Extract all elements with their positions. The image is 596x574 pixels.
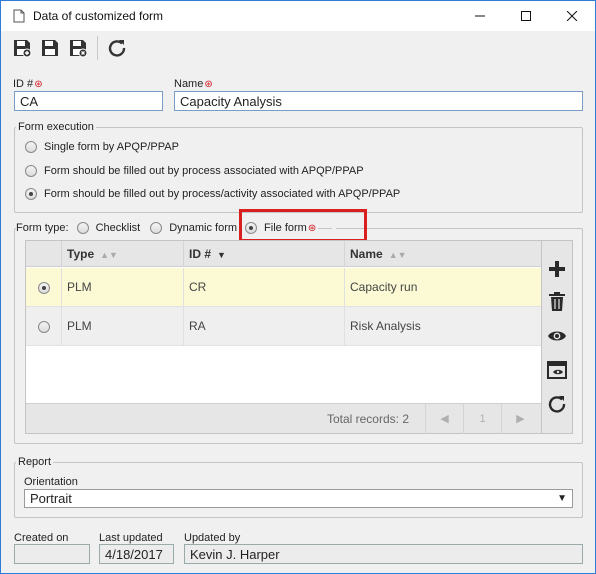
row-radio[interactable] xyxy=(38,320,50,333)
maximize-button[interactable] xyxy=(503,1,549,31)
form-type-label: Form type: xyxy=(16,222,69,234)
refresh-button[interactable] xyxy=(104,35,130,61)
grid-refresh-button[interactable] xyxy=(545,392,569,416)
column-header-name[interactable]: Name ▲▼ xyxy=(344,241,541,267)
cell-type: PLM xyxy=(61,307,183,346)
prev-icon: ◀ xyxy=(440,413,449,425)
add-icon xyxy=(549,261,565,277)
delete-button[interactable] xyxy=(545,290,569,314)
minimize-button[interactable] xyxy=(457,1,503,31)
next-page-button[interactable]: ▶ xyxy=(501,404,539,434)
document-icon xyxy=(11,8,27,24)
grid-side-toolbar xyxy=(542,240,573,434)
last-updated-label: Last updated xyxy=(99,532,163,544)
last-updated-field: 4/18/2017 xyxy=(99,544,174,564)
form-execution-title: Form execution xyxy=(16,121,96,133)
row-radio[interactable] xyxy=(38,281,50,294)
window-title: Data of customized form xyxy=(33,9,164,23)
created-on-field xyxy=(14,544,90,564)
view-window-button[interactable] xyxy=(545,358,569,382)
form-type-dynamic[interactable]: Dynamic form xyxy=(169,222,237,234)
cell-id: RA xyxy=(183,307,344,346)
save-new-button[interactable] xyxy=(9,35,35,61)
close-icon xyxy=(567,11,577,21)
name-field[interactable]: Capacity Analysis xyxy=(174,91,583,111)
next-icon: ▶ xyxy=(516,413,525,425)
title-bar[interactable]: Data of customized form xyxy=(1,1,595,31)
annotation-highlight xyxy=(239,209,367,242)
radio-button[interactable] xyxy=(25,141,37,153)
sort-icon: ▲▼ xyxy=(388,250,407,260)
id-field[interactable]: CA xyxy=(14,91,163,111)
cell-type: PLM xyxy=(61,268,183,307)
save-close-button[interactable] xyxy=(65,35,91,61)
minimize-icon xyxy=(475,15,485,17)
radio-button[interactable] xyxy=(150,222,163,234)
sort-desc-icon: ▼ xyxy=(217,250,226,260)
prev-page-button[interactable]: ◀ xyxy=(425,404,463,434)
column-header-id[interactable]: ID # ▼ xyxy=(183,241,344,267)
radio-button[interactable] xyxy=(76,222,89,234)
report-title: Report xyxy=(16,456,54,468)
save-button[interactable] xyxy=(37,35,63,61)
table-row[interactable]: PLM CR Capacity run xyxy=(26,268,541,307)
required-icon: ⊛ xyxy=(204,79,213,90)
refresh-icon xyxy=(108,40,126,57)
view-button[interactable] xyxy=(545,324,569,348)
close-button[interactable] xyxy=(549,1,595,31)
sort-icon: ▲▼ xyxy=(100,250,118,260)
cell-id: CR xyxy=(183,268,344,307)
save-new-icon xyxy=(14,40,32,58)
view-window-icon xyxy=(547,361,567,379)
execution-option-process-activity[interactable]: Form should be filled out by process/act… xyxy=(25,188,400,200)
chevron-down-icon: ▼ xyxy=(557,493,567,504)
id-label: ID #⊛ xyxy=(13,78,43,90)
maximize-icon xyxy=(521,11,531,21)
execution-option-single[interactable]: Single form by APQP/PPAP xyxy=(25,141,179,153)
created-on-label: Created on xyxy=(14,532,69,544)
cell-name: Risk Analysis xyxy=(344,307,541,346)
required-icon: ⊛ xyxy=(34,79,43,90)
execution-option-process[interactable]: Form should be filled out by process ass… xyxy=(25,165,364,177)
save-icon xyxy=(42,40,58,56)
total-records: Total records: 2 xyxy=(326,412,409,426)
updated-by-label: Updated by xyxy=(184,532,241,544)
add-button[interactable] xyxy=(545,257,569,281)
delete-icon xyxy=(549,292,565,311)
toolbar-separator xyxy=(97,36,98,60)
name-label: Name⊛ xyxy=(174,78,213,90)
orientation-select[interactable]: Portrait ▼ xyxy=(24,489,573,508)
page-number: 1 xyxy=(463,404,501,434)
view-icon xyxy=(548,331,566,341)
refresh-icon xyxy=(548,396,566,413)
grid-header: Type ▲▼ ID # ▼ Name ▲▼ xyxy=(26,241,541,267)
records-grid: Type ▲▼ ID # ▼ Name ▲▼ PLM CR Capacity run … xyxy=(25,240,542,434)
updated-by-field: Kevin J. Harper xyxy=(184,544,583,564)
cell-name: Capacity run xyxy=(344,268,541,307)
column-header-type[interactable]: Type ▲▼ xyxy=(61,241,183,267)
form-type-checklist[interactable]: Checklist xyxy=(96,222,141,234)
save-close-icon xyxy=(70,40,88,58)
grid-footer: Total records: 2 ◀ 1 ▶ xyxy=(26,403,541,434)
radio-button[interactable] xyxy=(25,188,37,200)
radio-button[interactable] xyxy=(25,165,37,177)
dialog-window: Data of customized form ID #⊛ CA Name⊛ C… xyxy=(0,0,596,574)
orientation-label: Orientation xyxy=(24,476,78,488)
toolbar xyxy=(1,31,595,65)
table-row[interactable]: PLM RA Risk Analysis xyxy=(26,307,541,346)
